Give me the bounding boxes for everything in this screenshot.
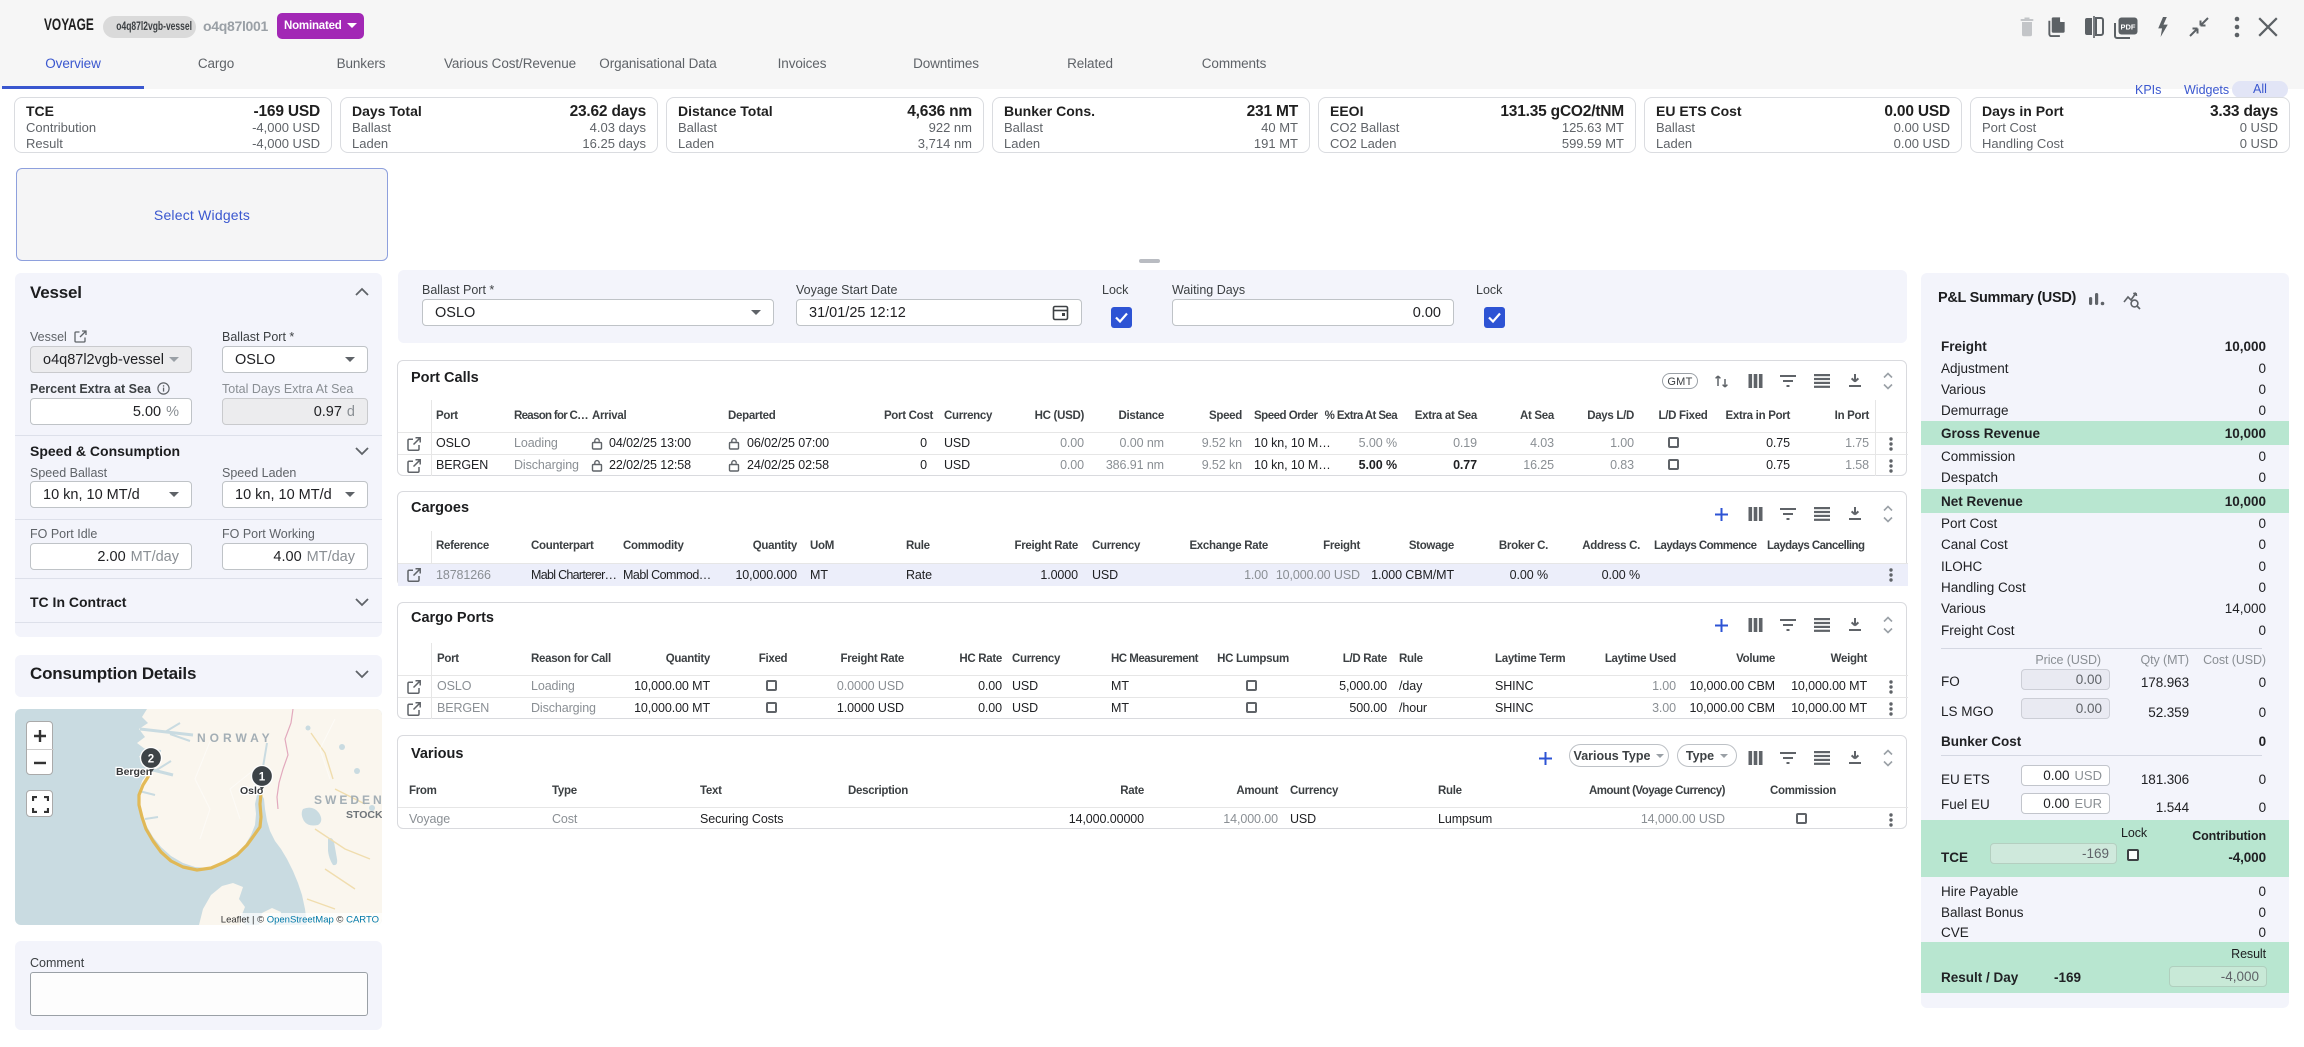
svg-text:2: 2 [148, 754, 154, 766]
svg-text:PDF: PDF [2121, 23, 2136, 32]
svg-text:STOCKH: STOCKH [346, 809, 382, 821]
svg-text:NORWAY: NORWAY [197, 731, 274, 745]
svg-text:1: 1 [259, 772, 266, 784]
svg-text:Leaflet | © OpenStreetMap © CA: Leaflet | © OpenStreetMap © CARTO [221, 915, 379, 926]
svg-text:SWEDEN: SWEDEN [314, 793, 382, 807]
